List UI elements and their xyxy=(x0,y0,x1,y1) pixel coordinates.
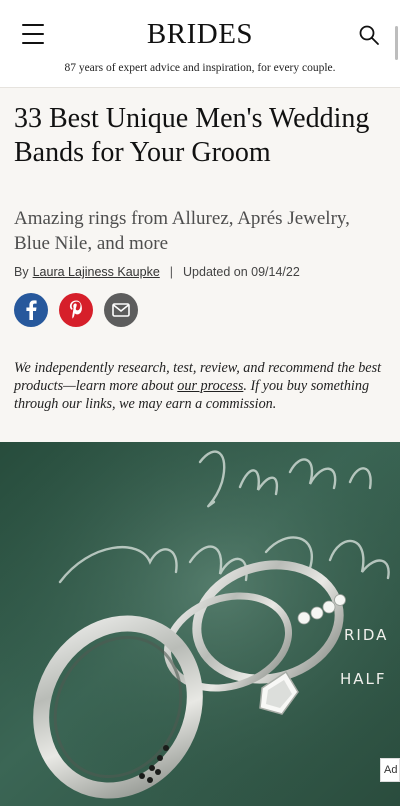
card-text-half: HALF xyxy=(340,670,387,688)
site-logo[interactable]: BRIDES xyxy=(0,16,400,52)
affiliate-disclaimer: We independently research, test, review,… xyxy=(14,359,386,413)
article-subtitle: Amazing rings from Allurez, Aprés Jewelr… xyxy=(14,208,350,254)
site-header: BRIDES 87 years of expert advice and ins… xyxy=(0,0,400,88)
email-icon xyxy=(112,303,130,317)
byline-prefix: By xyxy=(14,265,29,279)
updated-date: Updated on 09/14/22 xyxy=(183,265,300,279)
rings-photo: RIDA HALF xyxy=(0,442,400,806)
hero-image: RIDA HALF xyxy=(0,442,400,806)
pinterest-icon xyxy=(69,300,82,319)
facebook-share-button[interactable] xyxy=(14,293,48,327)
our-process-link[interactable]: our process xyxy=(177,378,243,394)
share-buttons xyxy=(14,293,138,327)
byline-separator: | xyxy=(169,265,174,279)
article-header: 33 Best Unique Men's Wedding Bands for Y… xyxy=(0,88,400,442)
scrollbar-thumb[interactable] xyxy=(395,26,398,60)
facebook-icon xyxy=(26,300,37,320)
ad-badge[interactable]: Ad xyxy=(380,758,400,782)
byline: By Laura Lajiness Kaupke | Updated on 09… xyxy=(14,265,300,279)
author-link[interactable]: Laura Lajiness Kaupke xyxy=(33,265,160,279)
article-title: 33 Best Unique Men's Wedding Bands for Y… xyxy=(14,103,370,168)
email-share-button[interactable] xyxy=(104,293,138,327)
pinterest-share-button[interactable] xyxy=(59,293,93,327)
site-tagline: 87 years of expert advice and inspiratio… xyxy=(64,62,336,74)
search-icon[interactable] xyxy=(358,24,380,46)
card-text-rida: RIDA xyxy=(344,626,388,644)
